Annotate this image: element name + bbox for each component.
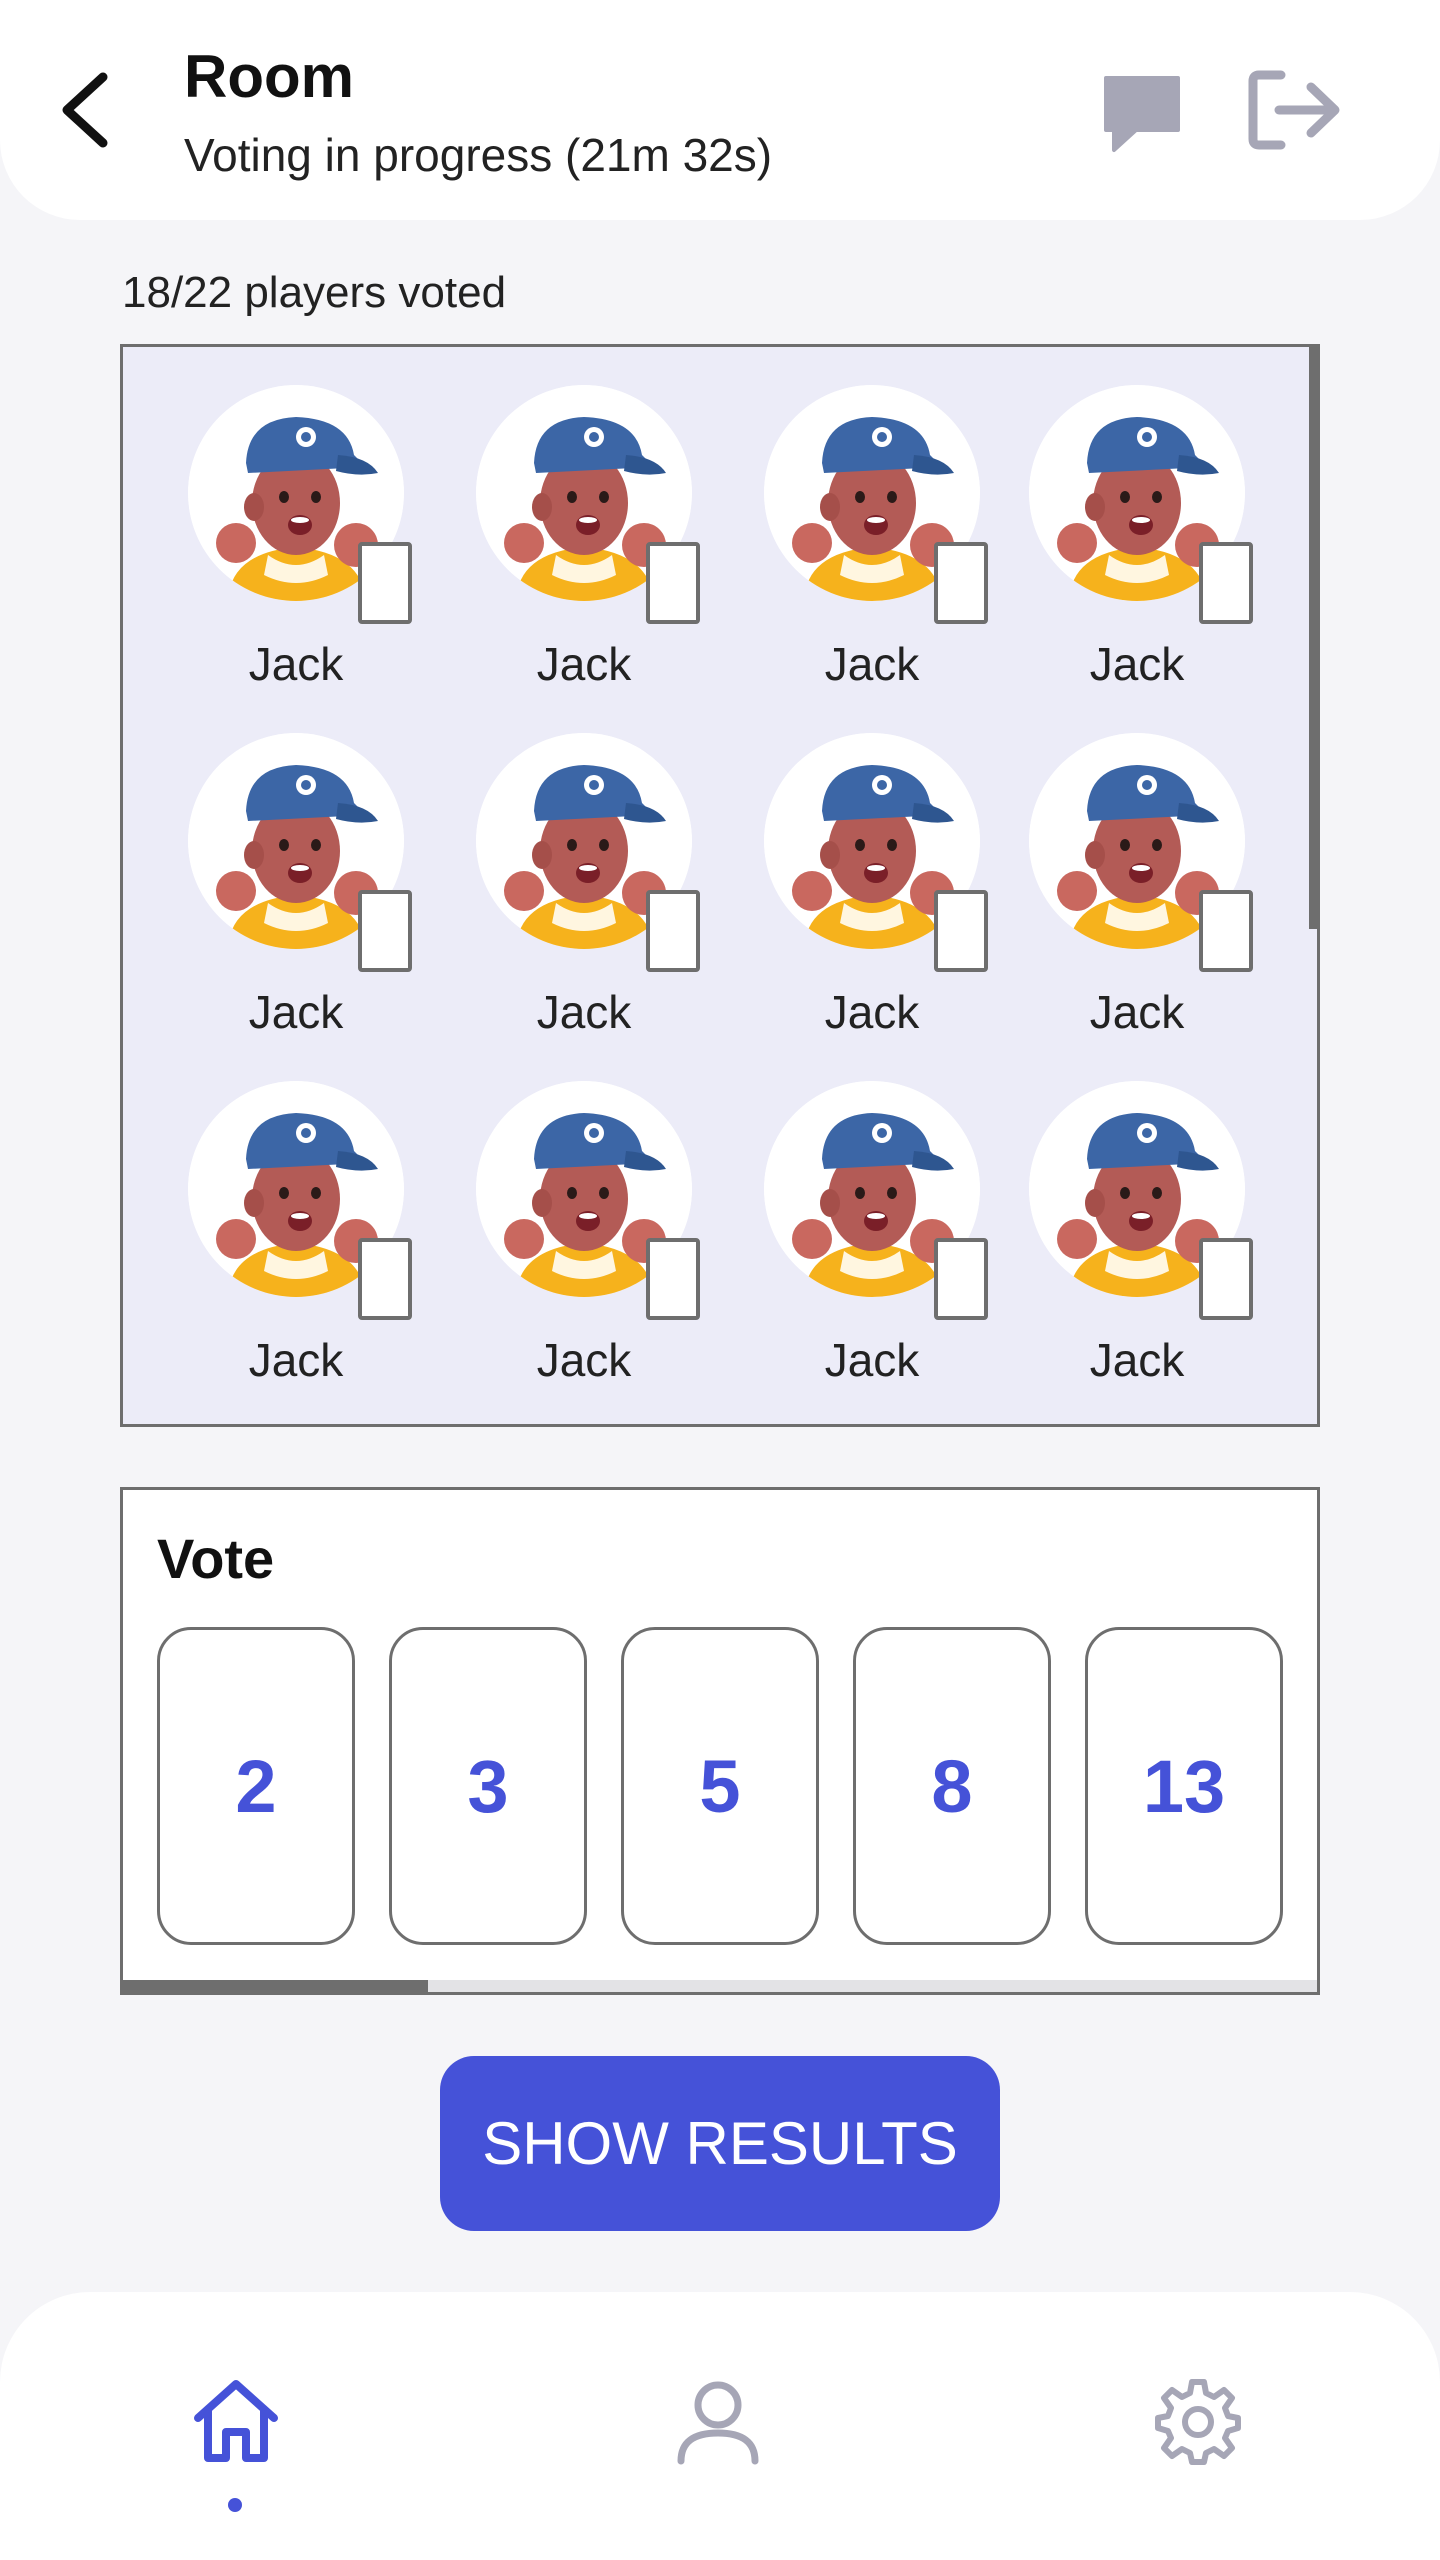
player-tile: Jack bbox=[699, 695, 988, 1038]
voting-status: Voting in progress (21m 32s) bbox=[184, 129, 773, 181]
vote-option-card[interactable]: 3 bbox=[389, 1627, 587, 1945]
nav-profile[interactable] bbox=[658, 2362, 778, 2482]
vote-card-indicator bbox=[358, 1238, 412, 1320]
player-tile: Jack bbox=[964, 347, 1253, 690]
nav-home[interactable] bbox=[176, 2362, 296, 2482]
active-nav-indicator bbox=[228, 2498, 242, 2512]
vote-card-indicator bbox=[1199, 1238, 1253, 1320]
vote-card-indicator bbox=[646, 1238, 700, 1320]
player-tile: Jack bbox=[964, 1043, 1253, 1386]
player-tile: Jack bbox=[123, 347, 412, 690]
vote-option-card[interactable]: 8 bbox=[853, 1627, 1051, 1945]
leave-room-button[interactable] bbox=[1240, 60, 1350, 160]
vote-card-indicator bbox=[1199, 542, 1253, 624]
player-tile: Jack bbox=[699, 347, 988, 690]
players-grid[interactable]: Jack Jack Jack Jack Jack Jack Jack Jack Jack Jack… bbox=[120, 344, 1320, 1427]
bottom-nav bbox=[0, 2292, 1440, 2560]
player-name: Jack bbox=[1089, 638, 1185, 690]
player-tile: Jack bbox=[123, 695, 412, 1038]
voted-count: 18/22 players voted bbox=[122, 268, 507, 317]
vote-option-card[interactable]: 2 bbox=[157, 1627, 355, 1945]
player-tile: Jack bbox=[411, 347, 700, 690]
vote-option-card[interactable]: 5 bbox=[621, 1627, 819, 1945]
player-tile: Jack bbox=[699, 1043, 988, 1386]
horizontal-scrollbar[interactable] bbox=[123, 1980, 428, 1992]
player-name: Jack bbox=[1089, 1334, 1185, 1386]
player-tile: Jack bbox=[411, 695, 700, 1038]
vote-card-indicator bbox=[1199, 890, 1253, 972]
chevron-left-icon bbox=[62, 72, 108, 148]
chat-button[interactable] bbox=[1096, 66, 1188, 158]
player-tile: Jack bbox=[123, 1043, 412, 1386]
nav-settings[interactable] bbox=[1138, 2362, 1258, 2482]
settings-icon bbox=[1155, 2379, 1241, 2465]
home-icon bbox=[194, 2380, 278, 2462]
vote-option-card[interactable]: 13 bbox=[1085, 1627, 1283, 1945]
back-button[interactable] bbox=[50, 65, 120, 155]
chat-bubble-icon bbox=[1104, 76, 1180, 152]
vote-card-indicator bbox=[646, 542, 700, 624]
profile-icon bbox=[677, 2381, 759, 2465]
app-header: Room Voting in progress (21m 32s) bbox=[0, 0, 1440, 220]
vote-title: Vote bbox=[157, 1527, 275, 1590]
vote-card-indicator bbox=[358, 890, 412, 972]
player-tile: Jack bbox=[964, 695, 1253, 1038]
player-tile: Jack bbox=[411, 1043, 700, 1386]
vote-card-indicator bbox=[358, 542, 412, 624]
vote-panel: Vote 2 3 5 8 13 bbox=[120, 1487, 1320, 1995]
vertical-scrollbar[interactable] bbox=[1309, 347, 1317, 929]
page-title: Room bbox=[184, 43, 354, 110]
show-results-button[interactable]: SHOW RESULTS bbox=[440, 2056, 1000, 2231]
logout-icon bbox=[1248, 70, 1340, 150]
player-name: Jack bbox=[1089, 986, 1185, 1038]
vote-card-indicator bbox=[646, 890, 700, 972]
